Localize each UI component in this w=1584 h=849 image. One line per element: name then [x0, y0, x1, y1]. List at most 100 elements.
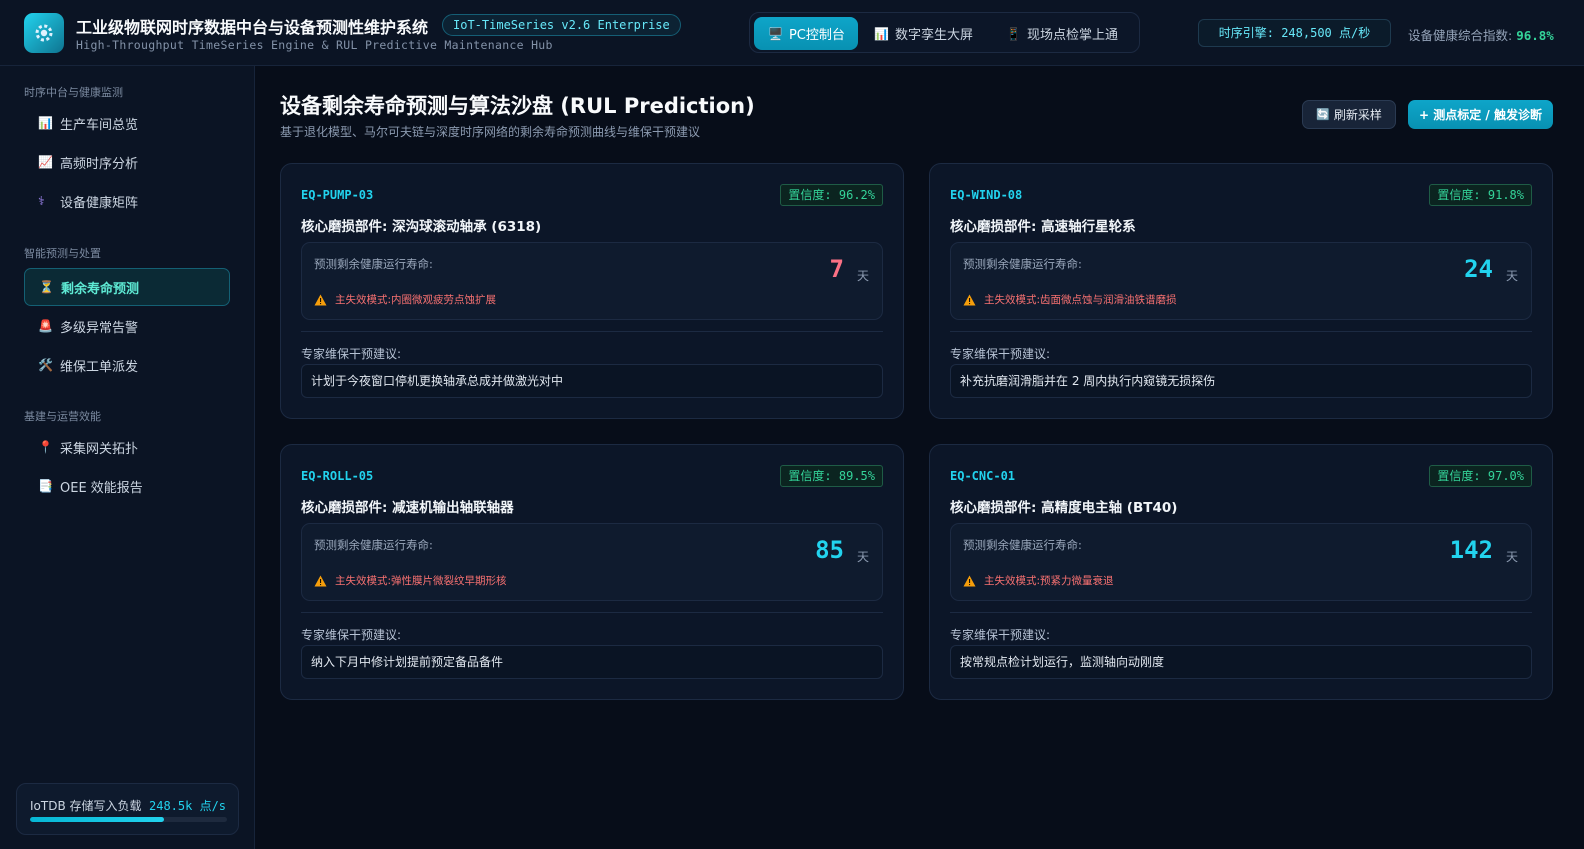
advice-text: 纳入下月中修计划提前预定备品备件	[301, 645, 883, 679]
tab-field-inspection[interactable]: 📱 现场点检掌上通	[996, 17, 1136, 50]
sidebar-item-label: 维保工单派发	[60, 359, 139, 375]
health-index: 设备健康综合指数: 96.8%	[1408, 25, 1554, 44]
rul-unit: 天	[856, 550, 869, 564]
rul-card: EQ-ROLL-05 置信度: 89.5% 核心磨损部件: 减速机输出轴联轴器 …	[280, 444, 904, 700]
page-description: 基于退化模型、马尔可夫链与深度时序网络的剩余寿命预测曲线与维保干预建议	[280, 125, 701, 139]
rul-panel: 预测剩余健康运行寿命: 24 天 主失效模式: 齿面微点蚀与润滑油铁谱磨损	[950, 242, 1532, 320]
divider	[301, 612, 883, 613]
advice-text: 补充抗磨润滑脂并在 2 周内执行内窥镜无损探伤	[950, 364, 1532, 398]
sidebar-item-oee-report[interactable]: 📑 OEE 效能报告	[24, 467, 230, 505]
warning-icon	[963, 575, 976, 586]
failure-mode: 主失效模式: 齿面微点蚀与润滑油铁谱磨损	[963, 292, 1177, 307]
failure-mode: 主失效模式: 内圈微观疲劳点蚀扩展	[314, 292, 496, 307]
monitor-icon: 🖥️	[768, 26, 783, 41]
advice-text: 按常规点检计划运行，监测轴向动刚度	[950, 645, 1532, 679]
failure-prefix: 主失效模式:	[335, 294, 392, 306]
refresh-label: 刷新采样	[1333, 108, 1382, 122]
tab-label: 现场点检掌上通	[1026, 28, 1118, 43]
rul-card: EQ-PUMP-03 置信度: 96.2% 核心磨损部件: 深沟球滚动轴承 (6…	[280, 163, 904, 419]
storage-load-card: IoTDB 存储写入负载 248.5k 点/s	[16, 783, 239, 835]
sidebar-item-health-matrix[interactable]: ⚕ 设备健康矩阵	[24, 182, 230, 220]
advice-label: 专家维保干预建议:	[301, 347, 402, 361]
health-value: 96.8%	[1516, 28, 1554, 43]
failure-text: 内圈微观疲劳点蚀扩展	[391, 294, 497, 306]
warning-icon	[314, 294, 327, 305]
warning-icon	[314, 575, 327, 586]
rul-label: 预测剩余健康运行寿命:	[314, 538, 433, 552]
gear-icon	[24, 13, 64, 53]
failure-mode: 主失效模式: 弹性膜片微裂纹早期形核	[314, 573, 507, 588]
siren-icon: 🚨	[38, 319, 53, 333]
refresh-icon: 🔄	[1316, 108, 1330, 121]
failure-prefix: 主失效模式:	[984, 294, 1041, 306]
wear-part: 核心磨损部件: 高精度电主轴 (BT40)	[950, 500, 1178, 516]
failure-text: 预紧力微量衰退	[1040, 575, 1114, 587]
storage-load-value: 248.5k 点/s	[149, 799, 227, 813]
failure-prefix: 主失效模式:	[984, 575, 1041, 587]
warning-icon	[963, 294, 976, 305]
advice-label: 专家维保干预建议:	[950, 347, 1051, 361]
tab-pc-console[interactable]: 🖥️ PC控制台	[754, 17, 858, 50]
page-title: 设备剩余寿命预测与算法沙盘 (RUL Prediction)	[280, 94, 755, 118]
failure-mode: 主失效模式: 预紧力微量衰退	[963, 573, 1114, 588]
rul-card: EQ-WIND-08 置信度: 91.8% 核心磨损部件: 高速轴行星轮系 预测…	[929, 163, 1553, 419]
sidebar-item-label: 采集网关拓扑	[60, 441, 139, 457]
sidebar-item-alerts[interactable]: 🚨 多级异常告警	[24, 307, 230, 345]
rul-label: 预测剩余健康运行寿命:	[314, 257, 433, 271]
sidebar-item-timeseries-analysis[interactable]: 📈 高频时序分析	[24, 143, 230, 181]
sidebar-item-label: 设备健康矩阵	[60, 195, 139, 211]
refresh-sampling-button[interactable]: 🔄 刷新采样	[1302, 100, 1396, 129]
nav-group-infrastructure: 基建与运营效能	[24, 410, 101, 423]
divider	[301, 331, 883, 332]
sidebar-item-label: 高频时序分析	[60, 156, 139, 172]
divider	[950, 612, 1532, 613]
equipment-id: EQ-ROLL-05	[301, 469, 374, 483]
view-switch: 🖥️ PC控制台 📊 数字孪生大屏 📱 现场点检掌上通	[749, 12, 1140, 53]
report-icon: 📑	[38, 479, 53, 493]
tab-label: PC控制台	[788, 28, 845, 43]
sidebar-item-workshop-overview[interactable]: 📊 生产车间总览	[24, 104, 230, 142]
stethoscope-icon: ⚕	[38, 194, 45, 208]
advice-text: 计划于今夜窗口停机更换轴承总成并做激光对中	[301, 364, 883, 398]
rul-panel: 预测剩余健康运行寿命: 7 天 主失效模式: 内圈微观疲劳点蚀扩展	[301, 242, 883, 320]
sidebar-item-work-orders[interactable]: 🛠️ 维保工单派发	[24, 346, 230, 384]
nav-group-monitoring: 时序中台与健康监测	[24, 86, 123, 99]
rul-unit: 天	[1505, 550, 1518, 564]
rul-label: 预测剩余健康运行寿命:	[963, 538, 1082, 552]
rul-days: 142	[1449, 536, 1493, 564]
calibrate-diagnose-button[interactable]: + 测点标定 / 触发诊断	[1408, 100, 1553, 129]
equipment-id: EQ-PUMP-03	[301, 188, 374, 202]
sidebar: 时序中台与健康监测 📊 生产车间总览 📈 高频时序分析 ⚕ 设备健康矩阵 智能预…	[0, 66, 255, 849]
version-badge: IoT-TimeSeries v2.6 Enterprise	[442, 14, 681, 36]
top-header: 工业级物联网时序数据中台与设备预测性维护系统 IoT-TimeSeries v2…	[0, 0, 1584, 66]
tab-digital-twin[interactable]: 📊 数字孪生大屏	[864, 17, 984, 50]
equipment-id: EQ-CNC-01	[950, 469, 1016, 483]
confidence-badge: 置信度: 91.8%	[1429, 184, 1532, 206]
advice-label: 专家维保干预建议:	[950, 628, 1051, 642]
sidebar-item-gateway-topology[interactable]: 📍 采集网关拓扑	[24, 428, 230, 466]
rul-unit: 天	[1505, 269, 1518, 283]
storage-load-fill	[30, 817, 164, 822]
rul-panel: 预测剩余健康运行寿命: 85 天 主失效模式: 弹性膜片微裂纹早期形核	[301, 523, 883, 601]
wear-part: 核心磨损部件: 减速机输出轴联轴器	[301, 500, 514, 516]
app-title: 工业级物联网时序数据中台与设备预测性维护系统	[76, 18, 429, 37]
rul-days: 7	[829, 255, 844, 283]
sidebar-item-label: 多级异常告警	[60, 320, 139, 336]
confidence-badge: 置信度: 97.0%	[1429, 465, 1532, 487]
advice-label: 专家维保干预建议:	[301, 628, 402, 642]
rul-days: 24	[1464, 255, 1493, 283]
bar-chart-icon: 📊	[874, 26, 889, 41]
wear-part: 核心磨损部件: 深沟球滚动轴承 (6318)	[301, 219, 542, 235]
tab-label: 数字孪生大屏	[894, 28, 973, 43]
sidebar-item-label: 生产车间总览	[60, 117, 139, 133]
wear-part: 核心磨损部件: 高速轴行星轮系	[950, 219, 1136, 235]
tools-icon: 🛠️	[38, 358, 53, 372]
rul-unit: 天	[856, 269, 869, 283]
storage-load-bar	[30, 817, 227, 822]
confidence-badge: 置信度: 89.5%	[780, 465, 883, 487]
sidebar-item-label: OEE 效能报告	[60, 480, 143, 496]
storage-load-label: IoTDB 存储写入负载	[30, 799, 142, 813]
sidebar-item-rul-prediction[interactable]: ⏳ 剩余寿命预测	[24, 268, 230, 306]
pin-icon: 📍	[38, 440, 53, 454]
line-chart-icon: 📈	[38, 155, 53, 169]
